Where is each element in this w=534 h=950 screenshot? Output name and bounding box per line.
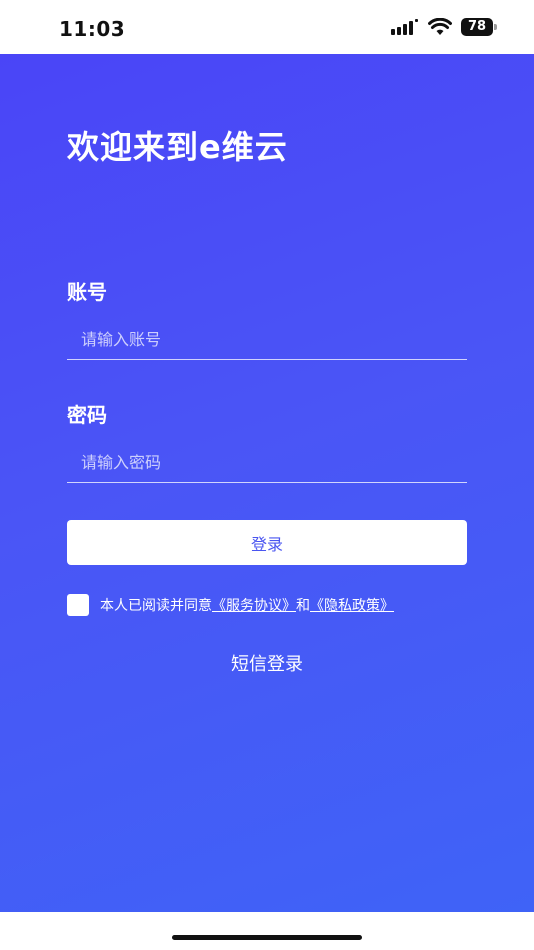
login-button[interactable]: 登录 — [67, 520, 467, 565]
status-bar: 11:03 78 — [0, 0, 534, 54]
status-time: 11:03 — [59, 17, 126, 41]
page-title: 欢迎来到e维云 — [67, 128, 288, 166]
agreement-checkbox[interactable] — [67, 594, 89, 616]
agreement-row: 本人已阅读并同意 《服务协议》 和 《隐私政策》 — [67, 594, 394, 616]
wifi-icon — [428, 18, 452, 35]
password-label: 密码 — [67, 403, 107, 427]
privacy-policy-link[interactable]: 《隐私政策》 — [310, 595, 394, 615]
login-panel: 欢迎来到e维云 账号 密码 登录 本人已阅读并同意 《服务协议》 和 《隐私政策… — [0, 54, 534, 912]
signal-icon — [391, 19, 418, 35]
status-icons: 78 — [391, 18, 497, 36]
account-input[interactable] — [67, 320, 467, 360]
password-input[interactable] — [67, 443, 467, 483]
agreement-and-text: 和 — [296, 598, 310, 614]
service-agreement-link[interactable]: 《服务协议》 — [212, 595, 296, 615]
account-label: 账号 — [67, 280, 107, 304]
battery-level: 78 — [467, 19, 487, 34]
sms-login-link[interactable]: 短信登录 — [0, 650, 534, 676]
agreement-text: 本人已阅读并同意 — [100, 598, 212, 614]
battery-icon: 78 — [461, 18, 497, 36]
home-indicator[interactable] — [172, 935, 362, 940]
bottom-safe-area — [0, 912, 534, 950]
